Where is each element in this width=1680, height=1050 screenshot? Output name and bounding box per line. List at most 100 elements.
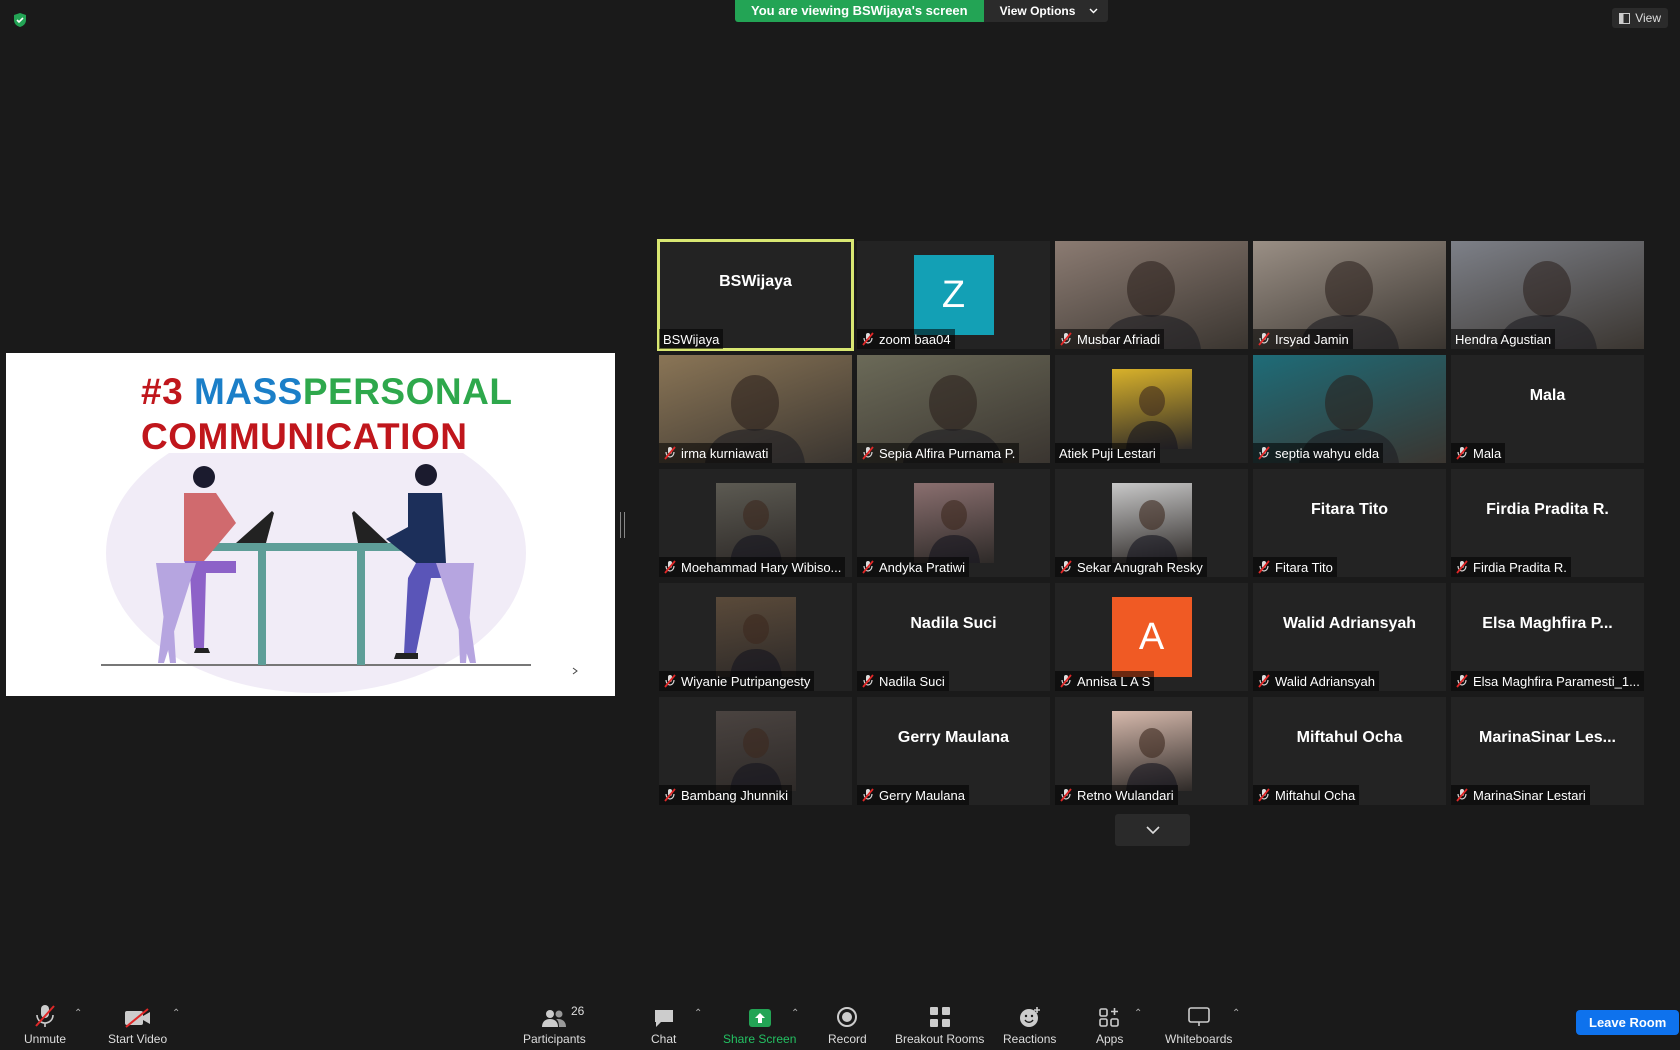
record-icon	[837, 1007, 858, 1027]
microphone-muted-icon	[1258, 332, 1270, 346]
participant-tile[interactable]: Moehammad Hary Wibiso...	[659, 469, 852, 577]
apps-options-caret[interactable]: ⌃	[1134, 1008, 1142, 1019]
whiteboard-options-caret[interactable]: ⌃	[1232, 1008, 1240, 1019]
share-options-caret[interactable]: ⌃	[791, 1008, 799, 1019]
participant-tile[interactable]: Fitara Tito Fitara Tito	[1253, 469, 1446, 577]
participant-tile[interactable]: Firdia Pradita R. Firdia Pradita R.	[1451, 469, 1644, 577]
apps-button[interactable]: Apps	[1096, 1002, 1123, 1046]
participant-avatar: A	[1111, 597, 1192, 677]
participant-display-name: MarinaSinar Les...	[1479, 729, 1616, 746]
participant-display-name: Mala	[1529, 387, 1566, 404]
participants-icon	[542, 1010, 567, 1027]
shared-screen[interactable]: #3 MASSPERSONAL COMMUNICATION	[6, 353, 615, 696]
participant-tile[interactable]: Bambang Jhunniki	[659, 697, 852, 805]
person-silhouette-icon	[729, 728, 782, 791]
participant-tile[interactable]: Hendra Agustian	[1451, 241, 1644, 349]
microphone-muted-icon	[862, 560, 874, 574]
reaction-emoji-icon	[1019, 1007, 1040, 1027]
participant-tile[interactable]: BSWijaya BSWijaya	[657, 239, 854, 351]
participant-tile[interactable]: Sepia Alfira Purnama P.	[857, 355, 1050, 463]
microphone-muted-icon	[664, 560, 676, 574]
participant-name: Sepia Alfira Purnama P.	[879, 445, 1016, 461]
participant-tile[interactable]: Sekar Anugrah Resky	[1055, 469, 1248, 577]
whiteboards-button[interactable]: Whiteboards	[1165, 1002, 1232, 1046]
splitter-handle[interactable]	[620, 512, 625, 538]
microphone-muted-icon	[1258, 788, 1270, 802]
person-silhouette-icon	[729, 614, 782, 677]
participant-tile[interactable]: Mala Mala	[1451, 355, 1644, 463]
record-label: Record	[828, 1032, 867, 1046]
participant-name-bar: Walid Adriansyah	[1253, 671, 1379, 691]
participant-tile[interactable]: Zzoom baa04	[857, 241, 1050, 349]
slide-title-communication: COMMUNICATION	[141, 416, 468, 457]
participant-name-bar: MarinaSinar Lestari	[1451, 785, 1590, 805]
participant-name: septia wahyu elda	[1275, 445, 1380, 461]
participant-tile[interactable]: Nadila Suci Nadila Suci	[857, 583, 1050, 691]
participant-name-bar: Firdia Pradita R.	[1451, 557, 1571, 577]
participants-label: Participants	[523, 1032, 586, 1046]
participant-photo	[1111, 369, 1192, 449]
participant-tile[interactable]: Atiek Puji Lestari	[1055, 355, 1248, 463]
share-screen-icon	[748, 1009, 771, 1027]
participant-name-bar: Musbar Afriadi	[1055, 329, 1165, 349]
next-page-button[interactable]	[1115, 814, 1190, 846]
avatar-initial: A	[1138, 615, 1165, 658]
participant-name: Atiek Puji Lestari	[1059, 445, 1156, 461]
participant-display-name: Nadila Suci	[910, 615, 997, 632]
start-video-button[interactable]: Start Video	[108, 1002, 167, 1046]
video-options-caret[interactable]: ⌃	[172, 1008, 180, 1019]
participant-tile[interactable]: Irsyad Jamin	[1253, 241, 1446, 349]
chat-options-caret[interactable]: ⌃	[694, 1008, 702, 1019]
audio-options-caret[interactable]: ⌃	[74, 1008, 82, 1019]
apps-icon	[1098, 1008, 1119, 1027]
leave-room-button[interactable]: Leave Room	[1576, 1010, 1680, 1035]
participant-tile[interactable]: Gerry Maulana Gerry Maulana	[857, 697, 1050, 805]
chat-button[interactable]: Chat	[651, 1002, 676, 1046]
breakout-rooms-button[interactable]: Breakout Rooms	[895, 1002, 984, 1046]
security-shield-icon[interactable]	[12, 12, 28, 28]
participant-tile[interactable]: A Annisa L A S	[1055, 583, 1248, 691]
participant-tile[interactable]: Elsa Maghfira P... Elsa Maghfira Paramest…	[1451, 583, 1644, 691]
participant-photo	[913, 483, 994, 563]
participant-avatar: Z	[913, 255, 994, 335]
participant-name: Firdia Pradita R.	[1473, 559, 1567, 575]
view-button[interactable]: View	[1612, 8, 1668, 28]
participant-name: Bambang Jhunniki	[681, 787, 788, 803]
participant-name: Annisa L A S	[1077, 673, 1151, 689]
participant-name-bar: zoom baa04	[857, 329, 955, 349]
participant-tile[interactable]: Musbar Afriadi	[1055, 241, 1248, 349]
unmute-button[interactable]: Unmute	[24, 1002, 66, 1046]
reactions-button[interactable]: Reactions	[1003, 1002, 1056, 1046]
person-silhouette-icon	[927, 500, 980, 563]
participant-name-bar: Hendra Agustian	[1451, 329, 1556, 349]
whiteboard-icon	[1187, 1007, 1210, 1026]
view-options-button[interactable]: View Options	[983, 0, 1109, 22]
participant-display-name: Firdia Pradita R.	[1486, 501, 1609, 518]
microphone-muted-icon	[1258, 674, 1270, 688]
participant-name-bar: Wiyanie Putripangesty	[659, 671, 815, 691]
participant-name: BSWijaya	[663, 331, 720, 347]
participant-tile[interactable]: Andyka Pratiwi	[857, 469, 1050, 577]
participant-display-name: Gerry Maulana	[897, 729, 1010, 746]
record-button[interactable]: Record	[828, 1002, 867, 1046]
microphone-muted-icon	[664, 446, 676, 460]
participant-name-bar: Nadila Suci	[857, 671, 949, 691]
participant-tile[interactable]: septia wahyu elda	[1253, 355, 1446, 463]
participant-tile[interactable]: Miftahul Ocha Miftahul Ocha	[1253, 697, 1446, 805]
participant-name-bar: Irsyad Jamin	[1253, 329, 1353, 349]
share-screen-button[interactable]: Share Screen	[723, 1002, 796, 1046]
chevron-down-icon	[1145, 825, 1160, 834]
participant-display-name: Walid Adriansyah	[1282, 615, 1417, 632]
participant-tile[interactable]: irma kurniawati	[659, 355, 852, 463]
microphone-muted-icon	[1456, 446, 1468, 460]
participant-tile[interactable]: Wiyanie Putripangesty	[659, 583, 852, 691]
participant-name: Irsyad Jamin	[1275, 331, 1349, 347]
participant-name: Sekar Anugrah Resky	[1077, 559, 1203, 575]
participant-tile[interactable]: MarinaSinar Les... MarinaSinar Lestari	[1451, 697, 1644, 805]
viewing-screen-label: You are viewing BSWijaya's screen	[735, 0, 984, 22]
participant-gallery: BSWijaya BSWijaya Zzoom baa04 Musbar Afriad…	[657, 239, 1645, 805]
participant-name: Musbar Afriadi	[1077, 331, 1161, 347]
participant-tile[interactable]: Retno Wulandari	[1055, 697, 1248, 805]
participant-tile[interactable]: Walid Adriansyah Walid Adriansyah	[1253, 583, 1446, 691]
participant-name: Mala	[1473, 445, 1502, 461]
